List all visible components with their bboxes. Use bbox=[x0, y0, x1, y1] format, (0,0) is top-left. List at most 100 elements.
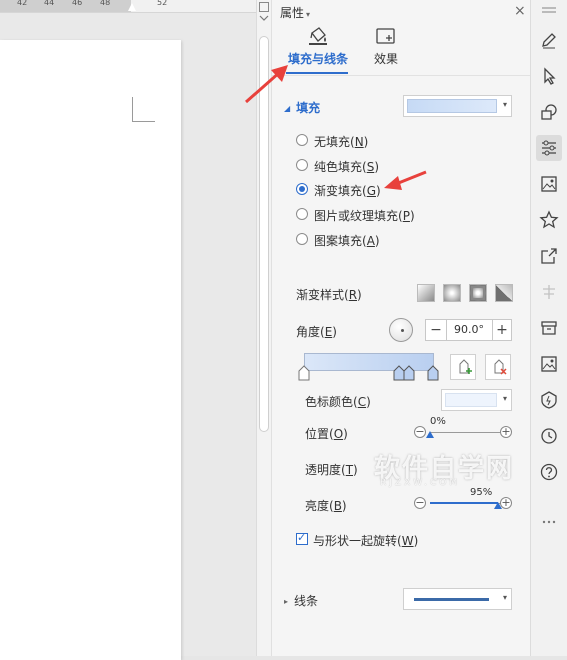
effects-icon bbox=[376, 28, 395, 44]
ruler-number: 52 bbox=[157, 0, 168, 7]
gradient-style-label: 渐变样式(R) bbox=[296, 288, 362, 302]
panel-title-caret: ▾ bbox=[306, 10, 311, 19]
chevron-down-icon[interactable] bbox=[259, 15, 269, 21]
image-edit-icon[interactable] bbox=[539, 174, 559, 194]
radio-no-fill[interactable]: 无填充(N) bbox=[296, 132, 456, 150]
panel-title-text: 属性 bbox=[280, 6, 305, 20]
properties-icon[interactable] bbox=[536, 135, 562, 161]
angle-dial[interactable] bbox=[389, 318, 413, 342]
toolbar-grip bbox=[539, 5, 559, 15]
radio-button[interactable] bbox=[296, 208, 308, 220]
line-style-preview bbox=[414, 598, 489, 601]
radio-label: 渐变填充(G) bbox=[314, 184, 381, 198]
gradient-style-path-button[interactable] bbox=[495, 284, 513, 302]
shield-icon[interactable] bbox=[539, 390, 559, 410]
position-increase-button[interactable]: + bbox=[500, 426, 512, 438]
tab-effects-label: 效果 bbox=[373, 52, 398, 66]
star-icon[interactable] bbox=[539, 210, 559, 230]
fill-bucket-icon bbox=[309, 27, 327, 45]
close-icon[interactable]: × bbox=[514, 3, 526, 19]
tab-effects[interactable]: 效果 bbox=[366, 26, 406, 67]
ruler-number: 48 bbox=[100, 0, 111, 7]
gradient-style-radial-button[interactable] bbox=[443, 284, 461, 302]
radio-label: 图案填充(A) bbox=[314, 234, 380, 248]
angle-label: 角度(E) bbox=[296, 325, 337, 339]
right-toolbar bbox=[530, 0, 567, 656]
share-icon[interactable] bbox=[539, 246, 559, 266]
rotate-with-shape-label: 与形状一起旋转(W) bbox=[313, 534, 419, 548]
help-icon[interactable] bbox=[539, 462, 559, 482]
more-icon[interactable] bbox=[539, 512, 559, 532]
rotate-with-shape-checkbox[interactable] bbox=[296, 531, 308, 545]
slider-fill bbox=[430, 502, 499, 504]
radio-button[interactable] bbox=[296, 134, 308, 146]
expand-triangle-icon: ▸ bbox=[284, 597, 289, 606]
radio-gradient-fill[interactable]: 渐变填充(G) bbox=[296, 181, 456, 199]
ruler-number: 46 bbox=[72, 0, 83, 7]
position-slider-handle[interactable] bbox=[426, 431, 434, 438]
angle-increment-button[interactable]: + bbox=[492, 320, 512, 340]
radio-button[interactable] bbox=[296, 159, 308, 171]
delete-stop-icon bbox=[494, 359, 507, 375]
layers-icon[interactable] bbox=[539, 282, 559, 302]
archive-icon[interactable] bbox=[539, 318, 559, 338]
angle-stepper: − 90.0° + bbox=[425, 319, 512, 341]
add-stop-icon bbox=[459, 359, 472, 374]
stop-color-swatch bbox=[445, 393, 497, 407]
horizontal-ruler: 42 44 46 48 52 bbox=[0, 0, 256, 13]
radio-picture-texture-fill[interactable]: 图片或纹理填充(P) bbox=[296, 206, 456, 224]
ruler-number: 42 bbox=[17, 0, 28, 7]
transparency-label: 透明度(T) bbox=[305, 463, 358, 477]
position-slider: − 0% + bbox=[414, 416, 514, 442]
stop-color-label: 色标颜色(C) bbox=[305, 395, 371, 409]
gradient-stop-handle[interactable] bbox=[393, 365, 405, 381]
brightness-increase-button[interactable]: + bbox=[500, 497, 512, 509]
slider-track[interactable] bbox=[430, 432, 502, 433]
fill-color-preview bbox=[407, 99, 497, 113]
radio-button[interactable] bbox=[296, 233, 308, 245]
ruler-number: 44 bbox=[44, 0, 55, 7]
delete-gradient-stop-button[interactable] bbox=[485, 354, 511, 380]
brightness-decrease-button[interactable]: − bbox=[414, 497, 426, 509]
document-area bbox=[0, 13, 256, 660]
angle-value-input[interactable]: 90.0° bbox=[446, 320, 492, 340]
radio-button-selected[interactable] bbox=[296, 183, 308, 195]
chevron-down-icon: ▾ bbox=[502, 100, 507, 109]
pointer-icon[interactable] bbox=[539, 66, 559, 86]
line-style-dropdown[interactable]: ▾ bbox=[403, 588, 512, 610]
radio-pattern-fill[interactable]: 图案填充(A) bbox=[296, 231, 456, 249]
radio-label: 纯色填充(S) bbox=[314, 160, 379, 174]
line-section-header[interactable]: ▸ 线条 bbox=[284, 592, 318, 609]
gradient-stop-handle[interactable] bbox=[403, 365, 415, 381]
gradient-stop-handle[interactable] bbox=[427, 365, 439, 381]
add-gradient-stop-button[interactable] bbox=[450, 354, 476, 380]
angle-decrement-button[interactable]: − bbox=[426, 320, 446, 340]
gradient-style-linear-button[interactable] bbox=[417, 284, 435, 302]
position-decrease-button[interactable]: − bbox=[414, 426, 426, 438]
picture-icon[interactable] bbox=[539, 354, 559, 374]
panel-title[interactable]: 属性 ▾ bbox=[280, 4, 310, 21]
brightness-label: 亮度(B) bbox=[305, 499, 347, 513]
stop-color-dropdown[interactable]: ▾ bbox=[441, 389, 512, 411]
radio-solid-fill[interactable]: 纯色填充(S) bbox=[296, 157, 456, 175]
position-label: 位置(O) bbox=[305, 427, 348, 441]
history-icon[interactable] bbox=[539, 426, 559, 446]
shapes-icon[interactable] bbox=[539, 102, 559, 122]
brightness-slider: − 95% + bbox=[414, 487, 514, 513]
position-value: 0% bbox=[430, 416, 446, 427]
split-view-icon[interactable] bbox=[259, 2, 269, 12]
brightness-value: 95% bbox=[470, 487, 493, 498]
pen-icon[interactable] bbox=[539, 30, 559, 50]
gradient-style-rectangular-button[interactable] bbox=[469, 284, 487, 302]
page-margin-corner-mark bbox=[132, 97, 155, 122]
ruler-indent-marker[interactable] bbox=[128, 3, 136, 11]
gradient-stop-handle[interactable] bbox=[298, 365, 310, 381]
document-page[interactable] bbox=[0, 40, 181, 660]
fill-color-dropdown[interactable]: ▾ bbox=[403, 95, 512, 117]
radio-label: 图片或纹理填充(P) bbox=[314, 209, 415, 223]
watermark-subtext: RJZXW.COM bbox=[380, 478, 461, 488]
tab-divider bbox=[272, 75, 531, 76]
gradient-stops bbox=[298, 365, 439, 381]
line-section-title: 线条 bbox=[294, 594, 319, 608]
annotation-arrow bbox=[245, 65, 288, 104]
